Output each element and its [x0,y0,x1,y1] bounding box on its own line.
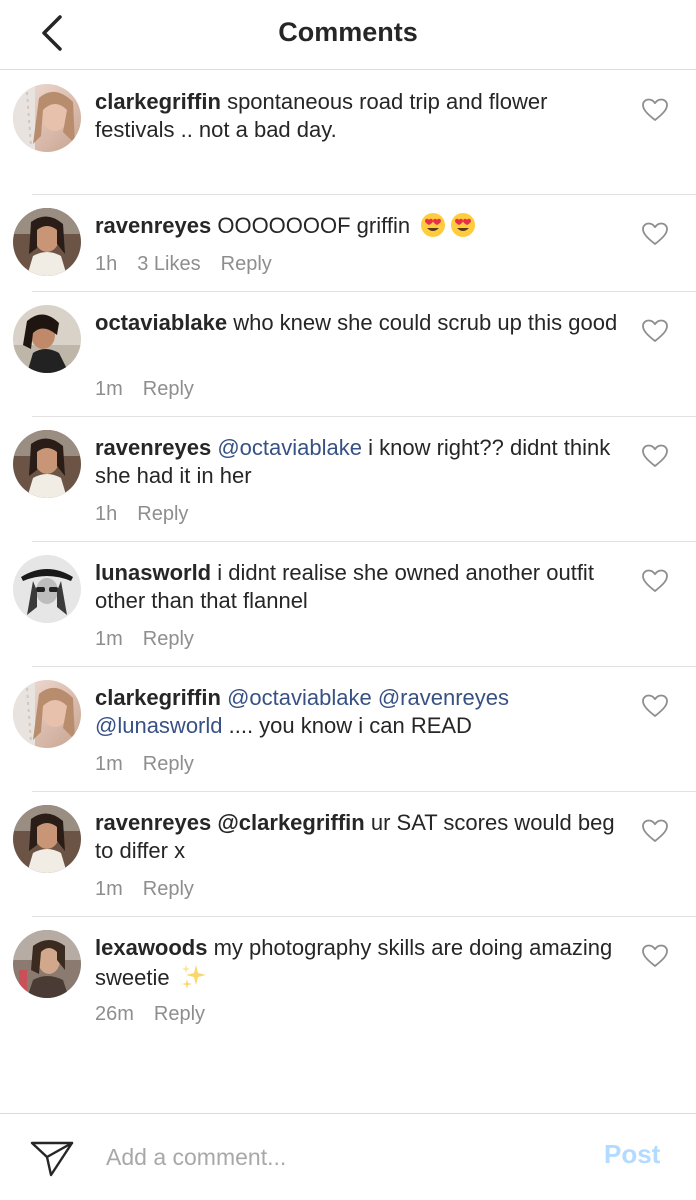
reply-button[interactable]: Reply [221,253,272,275]
comment-time: 1h [95,253,118,275]
sparkles-emoji [180,962,208,997]
comment-mention[interactable]: @clarkegriffin [217,810,364,835]
avatar[interactable] [13,208,81,276]
reply-button[interactable]: Reply [143,753,194,775]
comment-username[interactable]: lexawoods [95,935,207,960]
heart-eyes-emoji [450,212,476,245]
comment-meta: 1h 3 Likes Reply [95,253,292,276]
comment-item: clarkegriffin spontaneous road trip and … [0,70,696,194]
send-button[interactable] [30,1140,74,1178]
comment-time: 1m [95,878,123,900]
reply-button[interactable]: Reply [137,503,188,525]
comment-mention[interactable]: @octaviablake [217,435,362,460]
comment-text: clarkegriffin @octaviablake @ravenreyes … [95,684,620,740]
like-button[interactable] [642,694,668,718]
comment-username[interactable]: octaviablake [95,310,227,335]
heart-icon [642,98,668,121]
comment-time: 26m [95,1003,134,1025]
comment-item: ravenreyes OOOOOOOF griffin 1h 3 Likes Rep… [0,194,696,291]
comment-message: OOOOOOOF griffin [217,213,411,238]
comment-mention[interactable]: @octaviablake [227,685,372,710]
comment-username[interactable]: ravenreyes [95,213,211,238]
like-button[interactable] [642,98,668,122]
like-button[interactable] [642,819,668,843]
page-title: Comments [278,17,418,47]
comment-meta: 1m Reply [95,753,214,776]
reply-button[interactable]: Reply [143,628,194,650]
header: Comments [0,0,696,70]
comment-username[interactable]: ravenreyes [95,810,211,835]
comment-username[interactable]: ravenreyes [95,435,211,460]
like-button[interactable] [642,222,668,246]
comment-text: lexawoods my photography skills are doin… [95,934,620,997]
comment-username[interactable]: clarkegriffin [95,89,221,114]
avatar[interactable] [13,430,81,498]
comment-text: clarkegriffin spontaneous road trip and … [95,88,620,144]
comment-text: ravenreyes @octaviablake i know right?? … [95,434,620,490]
comment-time: 1h [95,503,118,525]
like-button[interactable] [642,444,668,468]
back-button[interactable] [30,12,74,56]
comment-message: .... you know i can READ [228,713,472,738]
comment-username[interactable]: clarkegriffin [95,685,221,710]
like-button[interactable] [642,569,668,593]
comment-meta: 26m Reply [95,1003,225,1026]
comment-composer: Post [0,1113,696,1200]
comment-meta: 1h Reply [95,503,208,526]
comment-meta: 1m Reply [95,628,214,651]
comment-mention[interactable]: @lunasworld [95,713,223,738]
comment-meta: 1m Reply [95,378,214,401]
reply-button[interactable]: Reply [143,878,194,900]
like-button[interactable] [642,319,668,343]
comment-message: who knew she could scrub up this good [233,310,618,335]
comment-text: ravenreyes OOOOOOOF griffin [95,212,620,245]
like-button[interactable] [642,944,668,968]
comment-item: ravenreyes @octaviablake i know right?? … [0,416,696,541]
heart-eyes-emoji [420,212,446,245]
heart-icon [642,694,668,717]
comment-text: ravenreyes @clarkegriffin ur SAT scores … [95,809,620,865]
avatar[interactable] [13,305,81,373]
heart-icon [642,444,668,467]
avatar[interactable] [13,680,81,748]
comment-input[interactable] [106,1140,576,1174]
comment-username[interactable]: lunasworld [95,560,211,585]
avatar[interactable] [13,930,81,998]
comment-time: 1m [95,753,123,775]
heart-icon [642,319,668,342]
heart-icon [642,819,668,842]
reply-button[interactable]: Reply [143,378,194,400]
chevron-left-icon [42,15,62,51]
comment-mention[interactable]: @ravenreyes [378,685,509,710]
heart-icon [642,222,668,245]
comment-item: octaviablake who knew she could scrub up… [0,291,696,416]
comment-text: lunasworld i didnt realise she owned ano… [95,559,620,615]
comment-likes[interactable]: 3 Likes [137,253,200,275]
avatar[interactable] [13,84,81,152]
reply-button[interactable]: Reply [154,1003,205,1025]
heart-icon [642,944,668,967]
comment-text: octaviablake who knew she could scrub up… [95,309,620,337]
comment-item: lexawoods my photography skills are doin… [0,916,696,1066]
heart-icon [642,569,668,592]
comment-meta: 1m Reply [95,878,214,901]
comment-list: clarkegriffin spontaneous road trip and … [0,70,696,1066]
post-button[interactable]: Post [604,1139,660,1170]
comment-item: ravenreyes @clarkegriffin ur SAT scores … [0,791,696,916]
avatar[interactable] [13,555,81,623]
comment-time: 1m [95,628,123,650]
avatar[interactable] [13,805,81,873]
comment-item: lunasworld i didnt realise she owned ano… [0,541,696,666]
comment-time: 1m [95,378,123,400]
paper-plane-icon [30,1141,74,1177]
comment-item: clarkegriffin @octaviablake @ravenreyes … [0,666,696,791]
